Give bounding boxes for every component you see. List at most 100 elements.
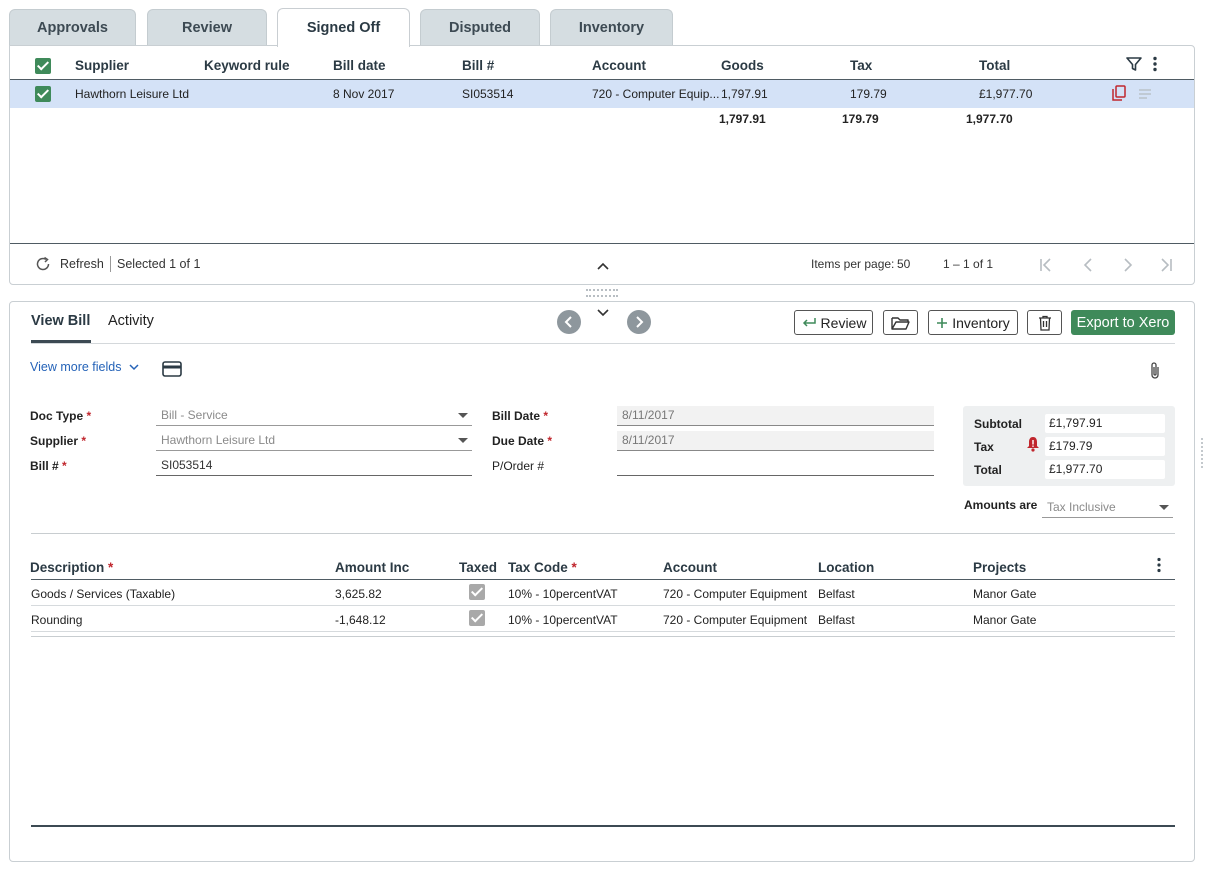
line-item-row[interactable]: Goods / Services (Taxable) 3,625.82 10% … <box>31 580 1175 606</box>
caret-down-icon <box>458 413 468 418</box>
refresh-icon[interactable] <box>35 256 51 272</box>
total-total: 1,977.70 <box>966 112 1013 126</box>
bill-no-input[interactable]: SI053514 <box>156 456 472 476</box>
tab-inventory[interactable]: Inventory <box>550 9 673 46</box>
review-button[interactable]: Review <box>794 310 873 335</box>
attachment-icon[interactable] <box>1148 361 1162 381</box>
line-tax-code[interactable]: 10% - 10percentVAT <box>508 613 618 627</box>
tab-review[interactable]: Review <box>147 9 267 46</box>
payment-card-icon[interactable] <box>162 361 182 377</box>
cell-tax: 179.79 <box>850 87 887 101</box>
total-label: Total <box>974 463 1002 477</box>
panel-resize-handle[interactable] <box>586 289 618 297</box>
caret-down-icon <box>1159 505 1169 510</box>
items-per-page-label: Items per page: <box>811 257 895 271</box>
select-all-checkbox[interactable] <box>35 58 51 74</box>
amounts-are-value: Tax Inclusive <box>1047 500 1116 514</box>
duplicate-icon[interactable] <box>1111 85 1127 102</box>
grid-header: Supplier Keyword rule Bill date Bill # A… <box>10 46 1194 80</box>
collapse-up-icon[interactable] <box>597 262 609 270</box>
prev-page-icon[interactable] <box>1080 257 1096 273</box>
line-options-icon[interactable] <box>1155 557 1163 573</box>
view-more-fields-link[interactable]: View more fields <box>30 360 139 374</box>
cell-goods: 1,797.91 <box>721 87 768 101</box>
line-location[interactable]: Belfast <box>818 613 855 627</box>
col-bill-no[interactable]: Bill # <box>462 58 494 73</box>
supplier-value: Hawthorn Leisure Ltd <box>161 433 276 447</box>
col-account[interactable]: Account <box>592 58 646 73</box>
items-per-page-select[interactable]: 50 <box>897 257 910 271</box>
page-range: 1 – 1 of 1 <box>943 257 994 271</box>
line-account[interactable]: 720 - Computer Equipment <box>663 613 807 627</box>
due-date-input[interactable]: 8/11/2017 <box>617 431 934 451</box>
line-amount[interactable]: -1,648.12 <box>335 613 386 627</box>
tabs-divider <box>31 343 1175 344</box>
last-page-icon[interactable] <box>1158 257 1174 273</box>
refresh-button[interactable]: Refresh <box>60 257 104 271</box>
bill-no-label: Bill # * <box>30 459 67 473</box>
export-to-xero-button[interactable]: Export to Xero <box>1071 310 1175 335</box>
table-row[interactable]: Hawthorn Leisure Ltd 8 Nov 2017 SI053514… <box>10 80 1194 108</box>
line-item-row[interactable]: Rounding -1,648.12 10% - 10percentVAT 72… <box>31 606 1175 632</box>
line-col-tax-code[interactable]: Tax Code * <box>508 560 577 575</box>
line-taxed-checkbox[interactable] <box>469 584 485 600</box>
delete-button[interactable] <box>1027 310 1062 335</box>
line-taxed-checkbox[interactable] <box>469 610 485 626</box>
due-date-label: Due Date * <box>492 434 553 448</box>
line-col-location[interactable]: Location <box>818 560 874 575</box>
tab-activity[interactable]: Activity <box>108 313 154 329</box>
bill-date-input[interactable]: 8/11/2017 <box>617 406 934 426</box>
next-page-icon[interactable] <box>1120 257 1136 273</box>
po-no-input[interactable] <box>617 456 934 476</box>
col-bill-date[interactable]: Bill date <box>333 58 386 73</box>
line-tax-code[interactable]: 10% - 10percentVAT <box>508 587 618 601</box>
line-col-amount[interactable]: Amount Inc <box>335 560 409 575</box>
doc-type-value: Bill - Service <box>161 408 228 422</box>
amounts-are-label: Amounts are <box>964 498 1038 512</box>
tax-value: £179.79 <box>1045 437 1165 456</box>
first-page-icon[interactable] <box>1038 257 1054 273</box>
line-description[interactable]: Rounding <box>31 613 82 627</box>
line-project[interactable]: Manor Gate <box>973 587 1036 601</box>
col-goods[interactable]: Goods <box>721 58 764 73</box>
footer-separator <box>110 256 111 272</box>
filter-icon[interactable] <box>1126 56 1142 72</box>
alert-bell-icon[interactable] <box>1026 436 1040 452</box>
doc-type-select[interactable]: Bill - Service <box>156 406 472 426</box>
tab-approvals[interactable]: Approvals <box>9 9 136 46</box>
tab-disputed[interactable]: Disputed <box>420 9 540 46</box>
expand-down-icon[interactable] <box>597 309 609 317</box>
subtotal-value: £1,797.91 <box>1045 414 1165 433</box>
bill-date-label: Bill Date * <box>492 409 549 423</box>
line-description[interactable]: Goods / Services (Taxable) <box>31 587 175 601</box>
line-location[interactable]: Belfast <box>818 587 855 601</box>
selected-count: Selected 1 of 1 <box>117 257 201 271</box>
next-bill-button[interactable] <box>627 310 651 334</box>
prev-bill-button[interactable] <box>557 310 581 334</box>
col-total[interactable]: Total <box>979 58 1010 73</box>
side-resize-handle[interactable] <box>1201 438 1205 468</box>
more-options-icon[interactable] <box>1151 56 1159 72</box>
line-account[interactable]: 720 - Computer Equipment <box>663 587 807 601</box>
bill-panel: View Bill Activity Review Inventory Expo… <box>9 301 1195 862</box>
supplier-label: Supplier * <box>30 434 87 448</box>
amounts-are-select[interactable]: Tax Inclusive <box>1042 498 1173 518</box>
line-col-taxed[interactable]: Taxed <box>459 560 497 575</box>
tab-signed-off[interactable]: Signed Off <box>277 8 410 47</box>
line-col-description[interactable]: Description * <box>30 560 113 575</box>
row-checkbox[interactable] <box>35 86 51 102</box>
line-col-account[interactable]: Account <box>663 560 717 575</box>
bill-totals-box: Subtotal £1,797.91 Tax £179.79 Total £1,… <box>963 406 1175 486</box>
add-inventory-button[interactable]: Inventory <box>928 310 1018 335</box>
notes-icon[interactable] <box>1138 88 1152 100</box>
tab-view-bill[interactable]: View Bill <box>31 313 90 329</box>
col-keyword-rule[interactable]: Keyword rule <box>204 58 290 73</box>
col-supplier[interactable]: Supplier <box>75 58 129 73</box>
supplier-select[interactable]: Hawthorn Leisure Ltd <box>156 431 472 451</box>
line-amount[interactable]: 3,625.82 <box>335 587 382 601</box>
chevron-down-icon <box>129 364 139 371</box>
line-project[interactable]: Manor Gate <box>973 613 1036 627</box>
col-tax[interactable]: Tax <box>850 58 872 73</box>
line-col-projects[interactable]: Projects <box>973 560 1026 575</box>
open-folder-button[interactable] <box>883 310 918 335</box>
